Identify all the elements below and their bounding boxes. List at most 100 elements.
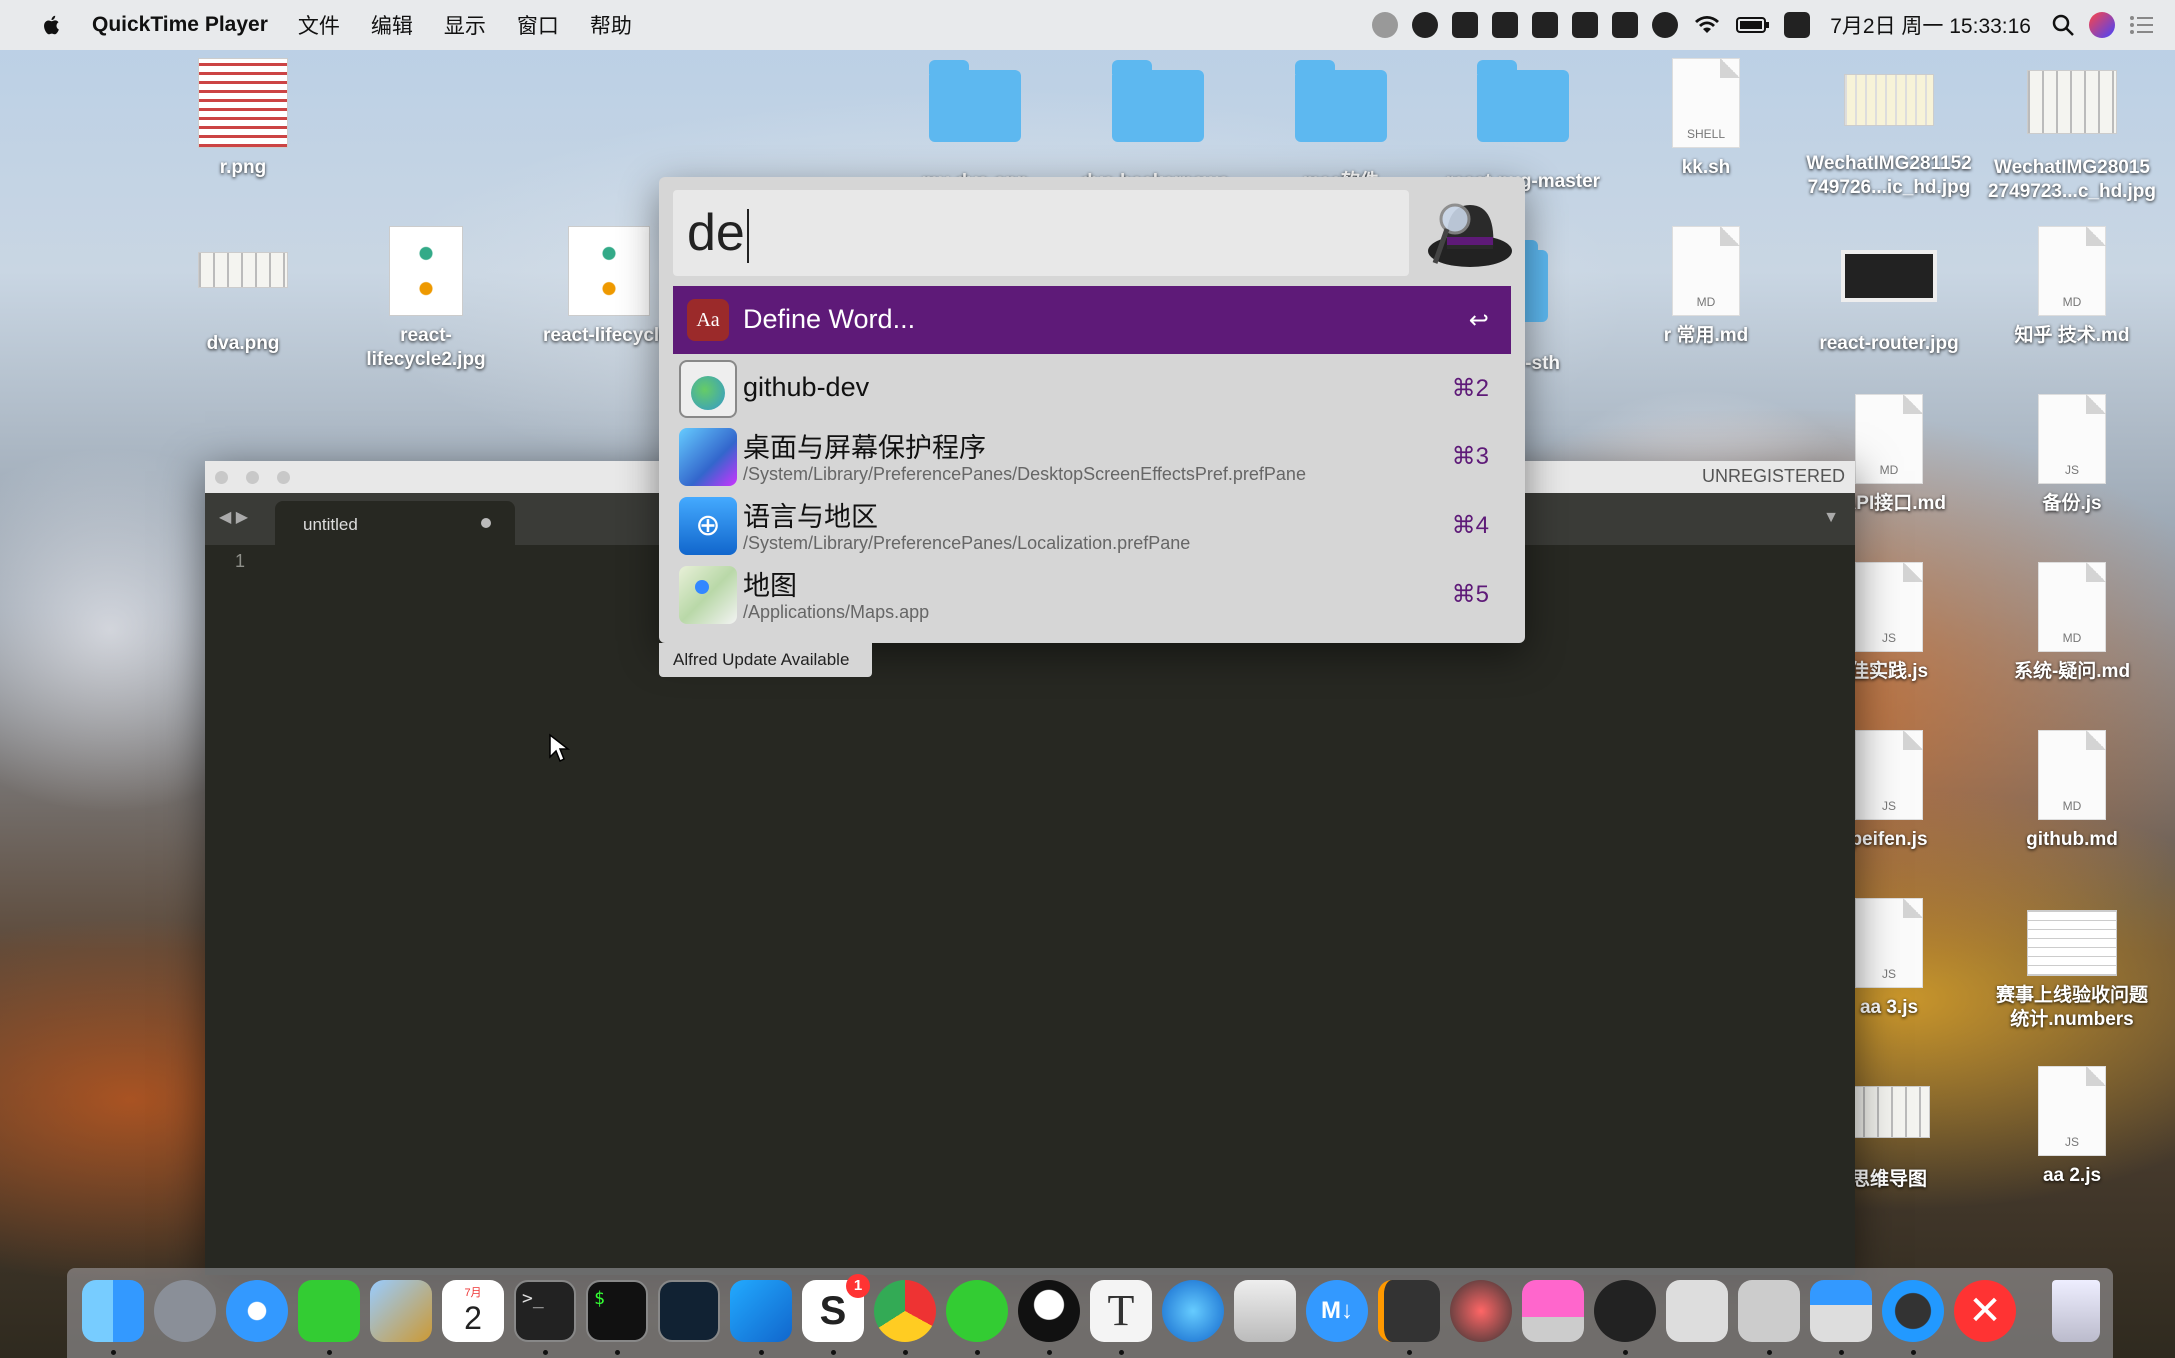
- app-name-menu[interactable]: QuickTime Player: [92, 13, 268, 37]
- alfred-result-define-word[interactable]: Aa Define Word... ↩: [673, 286, 1511, 354]
- record-status-icon[interactable]: [1372, 12, 1399, 38]
- sublime-text-icon[interactable]: [1378, 1280, 1440, 1342]
- menu-file[interactable]: 文件: [298, 10, 340, 40]
- js-file-icon: JS: [1855, 562, 1923, 652]
- finder-icon[interactable]: [82, 1280, 144, 1342]
- calendar-icon[interactable]: 7月 2: [442, 1280, 504, 1342]
- running-indicator: [1047, 1350, 1052, 1355]
- notification-center-icon[interactable]: [2129, 13, 2155, 37]
- running-indicator: [111, 1350, 116, 1355]
- instruments-icon[interactable]: [1450, 1280, 1512, 1342]
- alfred-search-input[interactable]: de: [673, 190, 1409, 276]
- desktop-icon-kk-sh[interactable]: SHELL kk.sh: [1616, 58, 1796, 180]
- unsaved-dot-icon[interactable]: [481, 518, 491, 528]
- desktop-icon-changyong-md[interactable]: MD r 常用.md: [1616, 226, 1796, 348]
- image-thumbnail: [198, 58, 288, 148]
- image-thumbnail: [1844, 74, 1934, 126]
- activity-monitor-icon[interactable]: [658, 1280, 720, 1342]
- alfred-dock-icon[interactable]: [1594, 1280, 1656, 1342]
- minimize-button[interactable]: [246, 471, 259, 484]
- apple-icon[interactable]: [40, 13, 64, 37]
- desktop-folder-4[interactable]: react-nxg-master: [1433, 60, 1613, 194]
- menubar-clock[interactable]: 7月2日 周一 15:33:16: [1830, 10, 2031, 40]
- app-store-icon[interactable]: [1162, 1280, 1224, 1342]
- desktop-folder-3[interactable]: mac软件: [1251, 60, 1431, 194]
- tab-menu-arrow-icon[interactable]: ▼: [1823, 509, 1839, 527]
- desktop-icon-react-lifecycle2[interactable]: react- lifecycle2.jpg: [336, 226, 516, 372]
- alfred-result-maps[interactable]: 地图 /Applications/Maps.app ⌘5: [673, 560, 1511, 628]
- alfred-result-github-dev[interactable]: github-dev ⌘2: [673, 354, 1511, 422]
- desktop-icon-wechat-img-2[interactable]: WechatIMG28015 2749723...c_hd.jpg: [1982, 70, 2162, 204]
- alfred-hat-status-icon[interactable]: [1412, 12, 1439, 38]
- emoji-status-icon[interactable]: [1492, 12, 1519, 38]
- desktop-icon-github-md[interactable]: MD github.md: [1982, 730, 2162, 852]
- microphone-status-icon[interactable]: [1532, 12, 1559, 38]
- trash-icon[interactable]: [2052, 1280, 2100, 1342]
- quicktime-icon[interactable]: [1882, 1280, 1944, 1342]
- running-indicator: [831, 1350, 836, 1355]
- cancel-app-icon[interactable]: ✕: [1954, 1280, 2016, 1342]
- folder-icon: [1477, 60, 1569, 142]
- zoom-button[interactable]: [277, 471, 290, 484]
- maps-icon: [679, 566, 737, 624]
- evernote-icon[interactable]: [298, 1280, 360, 1342]
- shell-file-icon: SHELL: [1672, 58, 1740, 148]
- vscode-icon[interactable]: [730, 1280, 792, 1342]
- screenshot-icon[interactable]: [1738, 1280, 1800, 1342]
- markdown-file-icon: MD: [2038, 730, 2106, 820]
- terminal-icon[interactable]: >_: [514, 1280, 576, 1342]
- desktop-folder-2[interactable]: dva-hackernews-: [1068, 60, 1248, 194]
- desktop-icon-beifen-js[interactable]: JS 备份.js: [1982, 394, 2162, 516]
- wechat-status-icon[interactable]: [1652, 12, 1679, 38]
- close-button[interactable]: [215, 471, 228, 484]
- menu-view[interactable]: 显示: [444, 10, 486, 40]
- alfred-result-language-region[interactable]: ⊕ 语言与地区 /System/Library/PreferencePanes/…: [673, 491, 1511, 559]
- tab-navigation-arrows-icon[interactable]: ◀ ▶: [219, 507, 248, 527]
- wifi-icon[interactable]: [1692, 13, 1722, 37]
- siri-icon[interactable]: [2089, 12, 2115, 38]
- menu-help[interactable]: 帮助: [590, 10, 632, 40]
- desktop-folder-1[interactable]: my-dva-app: [885, 60, 1065, 194]
- qq-icon[interactable]: [1018, 1280, 1080, 1342]
- pitcher-icon[interactable]: [1234, 1280, 1296, 1342]
- mail-bird-icon[interactable]: [370, 1280, 432, 1342]
- markdown-editor-icon[interactable]: M↓: [1306, 1280, 1368, 1342]
- desktop-icon-zhihu-md[interactable]: MD 知乎 技术.md: [1982, 226, 2162, 348]
- running-indicator: [1839, 1350, 1844, 1355]
- desktop-icon-react-router[interactable]: react-router.jpg: [1799, 250, 1979, 356]
- desktop-icon-dva-png[interactable]: dva.png: [153, 252, 333, 356]
- desktop-display-icon[interactable]: [1522, 1280, 1584, 1342]
- running-indicator: [975, 1350, 980, 1355]
- desktop-icon-r-png[interactable]: r.png: [153, 58, 333, 180]
- chrome-icon[interactable]: [874, 1280, 936, 1342]
- alfred-launcher: de Aa Define Word... ↩ github-dev ⌘2 桌面与…: [659, 177, 1525, 677]
- scissors-icon[interactable]: [1666, 1280, 1728, 1342]
- menu-bar: QuickTime Player 文件 编辑 显示 窗口 帮助 7月2日 周一 …: [0, 0, 2175, 50]
- running-indicator: [615, 1350, 620, 1355]
- desktop-icon-saishi-numbers[interactable]: 赛事上线验收问题 统计.numbers: [1982, 910, 2162, 1032]
- iterm-icon[interactable]: $: [586, 1280, 648, 1342]
- menu-window[interactable]: 窗口: [517, 10, 559, 40]
- slack-icon[interactable]: S1: [802, 1274, 870, 1342]
- wechat-icon[interactable]: [946, 1280, 1008, 1342]
- spotlight-search-icon[interactable]: [2051, 13, 2075, 37]
- alfred-update-notice[interactable]: Alfred Update Available: [659, 643, 872, 677]
- sublime-status-icon[interactable]: [1784, 12, 1811, 38]
- safari-icon[interactable]: [226, 1280, 288, 1342]
- desktop-icon-xitong-md[interactable]: MD 系统-疑问.md: [1982, 562, 2162, 684]
- display-status-icon[interactable]: [1452, 12, 1479, 38]
- evernote-status-icon[interactable]: [1612, 12, 1639, 38]
- desktop-icon-aa2-js[interactable]: JS aa 2.js: [1982, 1066, 2162, 1188]
- keynote-icon[interactable]: [1810, 1280, 1872, 1342]
- js-file-icon: JS: [1855, 898, 1923, 988]
- typora-icon[interactable]: T: [1090, 1280, 1152, 1342]
- markdown-file-icon: MD: [1672, 226, 1740, 316]
- launchpad-icon[interactable]: [154, 1280, 216, 1342]
- alfred-result-desktop-screensaver[interactable]: 桌面与屏幕保护程序 /System/Library/PreferencePane…: [673, 422, 1511, 490]
- menu-edit[interactable]: 编辑: [371, 10, 413, 40]
- running-indicator: [1407, 1350, 1412, 1355]
- desktop-icon-wechat-img-1[interactable]: WechatIMG281152 749726...ic_hd.jpg: [1799, 74, 1979, 200]
- input-method-icon[interactable]: [1572, 12, 1599, 38]
- battery-icon[interactable]: [1736, 15, 1770, 35]
- tab-untitled[interactable]: untitled: [275, 501, 515, 545]
